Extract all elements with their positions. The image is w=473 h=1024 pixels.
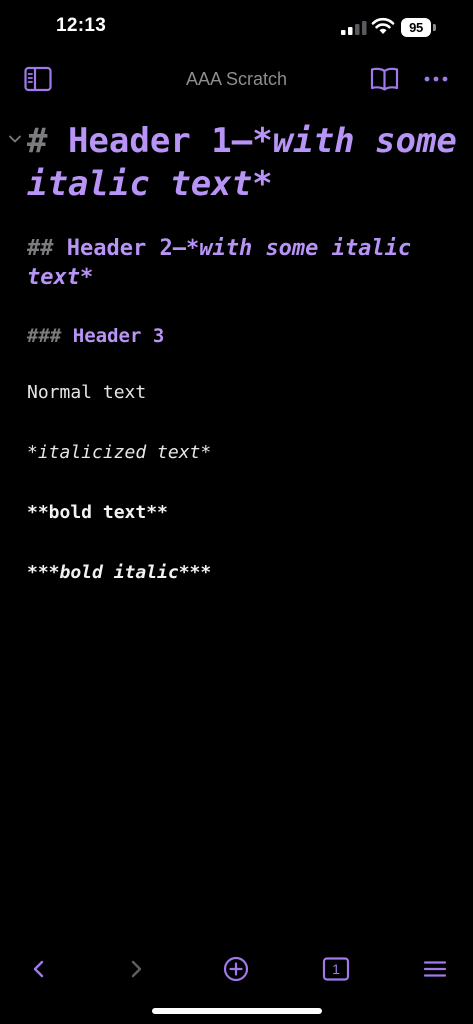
h1-text: Header 1— bbox=[67, 121, 253, 161]
h2-text: Header 2— bbox=[66, 236, 186, 261]
page-title: AAA Scratch bbox=[185, 69, 288, 89]
battery-cap bbox=[433, 24, 436, 31]
ellipsis-icon[interactable] bbox=[423, 66, 449, 92]
home-indicator[interactable] bbox=[152, 1008, 322, 1014]
bold-text-line: **bold text** bbox=[27, 502, 168, 523]
tab-count: 1 bbox=[332, 961, 340, 977]
h2-marker: ## bbox=[27, 236, 67, 261]
bottom-toolbar: 1 bbox=[0, 946, 473, 992]
bold-italic-text-line: ***bold italic*** bbox=[27, 562, 212, 583]
tabs-button[interactable]: 1 bbox=[322, 955, 350, 983]
h3-text: Header 3 bbox=[72, 325, 165, 347]
plus-circle-icon[interactable] bbox=[222, 955, 250, 983]
normal-text-line: Normal text bbox=[27, 382, 147, 403]
chevron-right-icon[interactable] bbox=[123, 955, 151, 983]
nav-bar: AAA Scratch bbox=[0, 56, 473, 104]
h3-marker: ### bbox=[27, 325, 73, 347]
wifi-icon bbox=[371, 17, 395, 34]
battery-icon: 95 bbox=[401, 18, 436, 37]
italic-text-line: *italicized text* bbox=[27, 442, 212, 463]
status-bar: 12:13 95 bbox=[0, 0, 473, 56]
header-1: # Header 1—*with some italic text* bbox=[27, 120, 457, 206]
chevron-down-icon[interactable] bbox=[8, 132, 22, 146]
book-icon[interactable] bbox=[370, 66, 399, 92]
battery-level: 95 bbox=[401, 18, 431, 37]
status-time: 12:13 bbox=[56, 15, 107, 36]
chevron-left-icon[interactable] bbox=[24, 955, 52, 983]
menu-icon[interactable] bbox=[421, 955, 449, 983]
header-3: ### Header 3 bbox=[27, 324, 457, 348]
editor[interactable]: # Header 1—*with some italic text* ## He… bbox=[0, 104, 473, 934]
header-2: ## Header 2—*with some italic text* bbox=[27, 234, 457, 292]
signal-icon bbox=[341, 21, 367, 35]
h1-marker: # bbox=[27, 121, 68, 161]
